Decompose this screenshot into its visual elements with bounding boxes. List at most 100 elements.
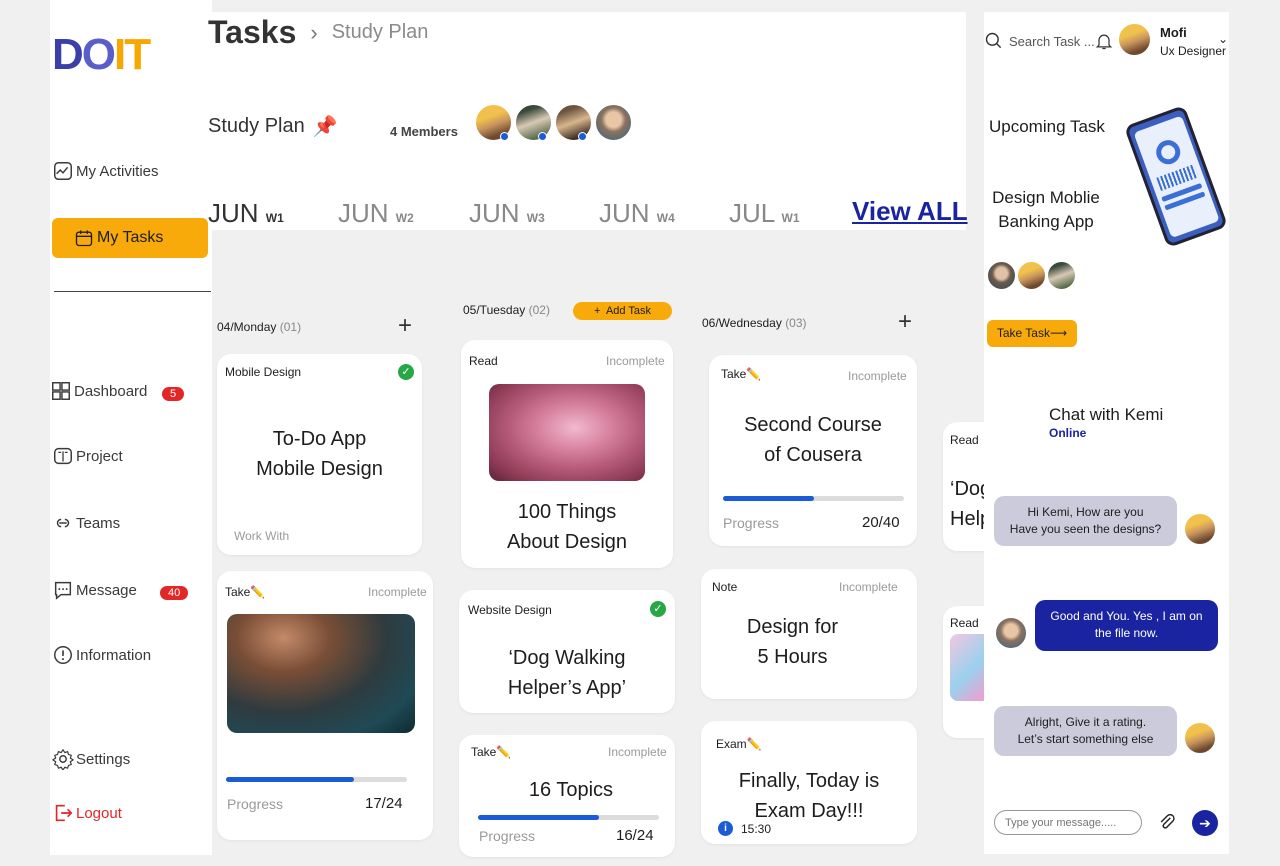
search-input[interactable]: Search Task ... xyxy=(1009,34,1095,49)
task-tag: Take✏️ xyxy=(721,367,762,381)
week-tab[interactable]: JUN W3 xyxy=(469,198,545,229)
sidebar-item-my-tasks[interactable]: My Tasks xyxy=(52,218,208,258)
sidebar-item-information[interactable]: Information xyxy=(52,644,151,666)
paperclip-icon[interactable] xyxy=(1157,812,1177,832)
task-title: To-Do App Mobile Design xyxy=(217,424,422,484)
add-icon[interactable]: + xyxy=(898,310,912,334)
task-card[interactable]: Take✏️ Incomplete Progress 17/24 xyxy=(217,571,433,840)
chat-status: Online xyxy=(1049,426,1087,440)
task-title: ‘Dog Walking Helper’s App’ xyxy=(459,643,675,703)
members-count: 4 Members xyxy=(390,124,458,139)
member-avatar[interactable] xyxy=(554,103,593,142)
member-avatar[interactable] xyxy=(514,103,553,142)
app-logo[interactable]: DOIT xyxy=(52,30,151,80)
week-tab[interactable]: JUL W1 xyxy=(729,198,800,229)
bell-icon[interactable] xyxy=(1094,30,1114,52)
column-count: (03) xyxy=(785,316,807,330)
add-icon[interactable]: + xyxy=(398,314,412,338)
member-avatar[interactable] xyxy=(594,103,633,142)
column-count: (01) xyxy=(279,320,302,334)
take-task-button[interactable]: Take Task⟶ xyxy=(987,320,1077,347)
upcoming-task-name: Design Moblie Banking App xyxy=(987,186,1105,234)
column-header-wednesday: 06/Wednesday (03) xyxy=(702,316,807,330)
task-card[interactable]: Take✏️ Incomplete Second Course of Couse… xyxy=(709,355,917,546)
send-button[interactable]: ➔ xyxy=(1192,810,1218,836)
right-panel: Search Task ... Mofi Ux Designer ⌄ Upcom… xyxy=(984,12,1229,854)
sidebar-item-label: Teams xyxy=(76,514,121,532)
sidebar-item-teams[interactable]: Teams xyxy=(52,512,120,534)
member-avatar[interactable] xyxy=(1016,260,1047,291)
online-dot xyxy=(538,132,547,141)
task-tag: Website Design xyxy=(468,603,552,617)
task-tag: Mobile Design xyxy=(225,365,302,379)
sidebar-item-project[interactable]: Project xyxy=(52,445,123,467)
sidebar: DOIT My Activities My Tasks Dashboard 5 … xyxy=(50,0,212,855)
progress-fill xyxy=(723,496,814,501)
pin-icon: 📌 xyxy=(312,116,338,138)
task-card[interactable]: Exam✏️ Finally, Today is Exam Day!!! i 1… xyxy=(701,721,917,844)
phone-illustration xyxy=(1123,104,1229,249)
sender-avatar xyxy=(1183,512,1217,546)
week-tab[interactable]: JUN W2 xyxy=(338,198,414,229)
work-with-label: Work With xyxy=(234,529,290,543)
sidebar-item-label: Information xyxy=(76,646,152,664)
progress-value: 17/24 xyxy=(365,795,403,812)
task-title-line: ‘Dog Walking xyxy=(508,647,626,669)
sidebar-item-message[interactable]: Message xyxy=(52,579,137,601)
task-tag: Read xyxy=(469,354,498,368)
chevron-right-icon: › xyxy=(310,19,318,45)
plus-icon: + xyxy=(593,305,601,317)
column-day: 04/Monday xyxy=(217,320,277,334)
chat-message-sent: Good and You. Yes , I am on the file now… xyxy=(1035,600,1218,651)
task-card[interactable]: Read Incomplete 100 Things About Design xyxy=(461,340,673,568)
sidebar-item-dashboard[interactable]: Dashboard xyxy=(50,380,147,402)
task-status: Incomplete xyxy=(608,745,667,759)
task-card[interactable]: Website Design ✓ ‘Dog Walking Helper’s A… xyxy=(459,590,675,713)
member-avatar[interactable] xyxy=(1046,260,1077,291)
search-bar[interactable]: Search Task ... xyxy=(984,31,1095,51)
task-card[interactable]: Take✏️ Incomplete 16 Topics Progress 16/… xyxy=(459,735,675,857)
progress-fill xyxy=(478,815,599,820)
user-role: Ux Designer xyxy=(1160,44,1227,58)
task-image-water xyxy=(227,614,415,733)
task-card[interactable]: Mobile Design ✓ To-Do App Mobile Design … xyxy=(217,354,422,555)
dashboard-count-badge: 5 xyxy=(162,387,185,401)
breadcrumb-current: Study Plan xyxy=(331,21,429,43)
sidebar-item-label: Project xyxy=(76,447,123,465)
task-card[interactable]: Note Incomplete Design for 5 Hours xyxy=(701,569,917,699)
info-icon xyxy=(54,646,72,664)
upcoming-task-line: Design Moblie xyxy=(992,188,1100,207)
sender-avatar xyxy=(1183,721,1217,755)
sidebar-item-my-activities[interactable]: My Activities xyxy=(52,160,159,182)
plan-title: Study Plan 📌 xyxy=(208,114,338,139)
task-title: Second Course of Cousera xyxy=(709,410,917,470)
message-input[interactable] xyxy=(994,810,1142,835)
book-icon xyxy=(54,447,72,465)
user-avatar[interactable] xyxy=(1117,22,1152,57)
sidebar-item-label: My Tasks xyxy=(97,229,164,246)
column-count: (02) xyxy=(528,303,550,317)
logout-button[interactable]: Logout xyxy=(52,802,122,824)
view-all-link[interactable]: View ALL xyxy=(852,196,968,227)
progress-value: 16/24 xyxy=(616,827,654,844)
info-icon: i xyxy=(718,821,733,836)
column-day: 05/Tuesday xyxy=(463,303,526,317)
task-title-line: Helper’s App’ xyxy=(507,677,627,699)
send-arrow-icon: ➔ xyxy=(1199,815,1211,831)
task-status: Incomplete xyxy=(839,580,898,594)
chevron-down-icon[interactable]: ⌄ xyxy=(1218,32,1228,46)
sidebar-item-settings[interactable]: Settings xyxy=(52,748,130,770)
gear-icon xyxy=(52,748,74,770)
week-tab[interactable]: JUN W4 xyxy=(599,198,675,229)
week-number: W3 xyxy=(526,211,545,225)
week-tab[interactable]: JUN W1 xyxy=(208,198,284,229)
chat-message-received: Alright, Give it a rating. Let’s start s… xyxy=(994,706,1177,756)
member-avatar[interactable] xyxy=(986,260,1017,291)
task-tag: Read xyxy=(950,616,979,630)
page-title[interactable]: Tasks xyxy=(208,14,296,51)
column-header-tuesday: 05/Tuesday (02) xyxy=(463,303,550,317)
message-line: Let’s start something else xyxy=(1017,732,1154,746)
week-number: W1 xyxy=(265,211,284,225)
task-title: Finally, Today is Exam Day!!! xyxy=(701,766,917,826)
add-task-button[interactable]: + Add Task xyxy=(573,302,672,320)
